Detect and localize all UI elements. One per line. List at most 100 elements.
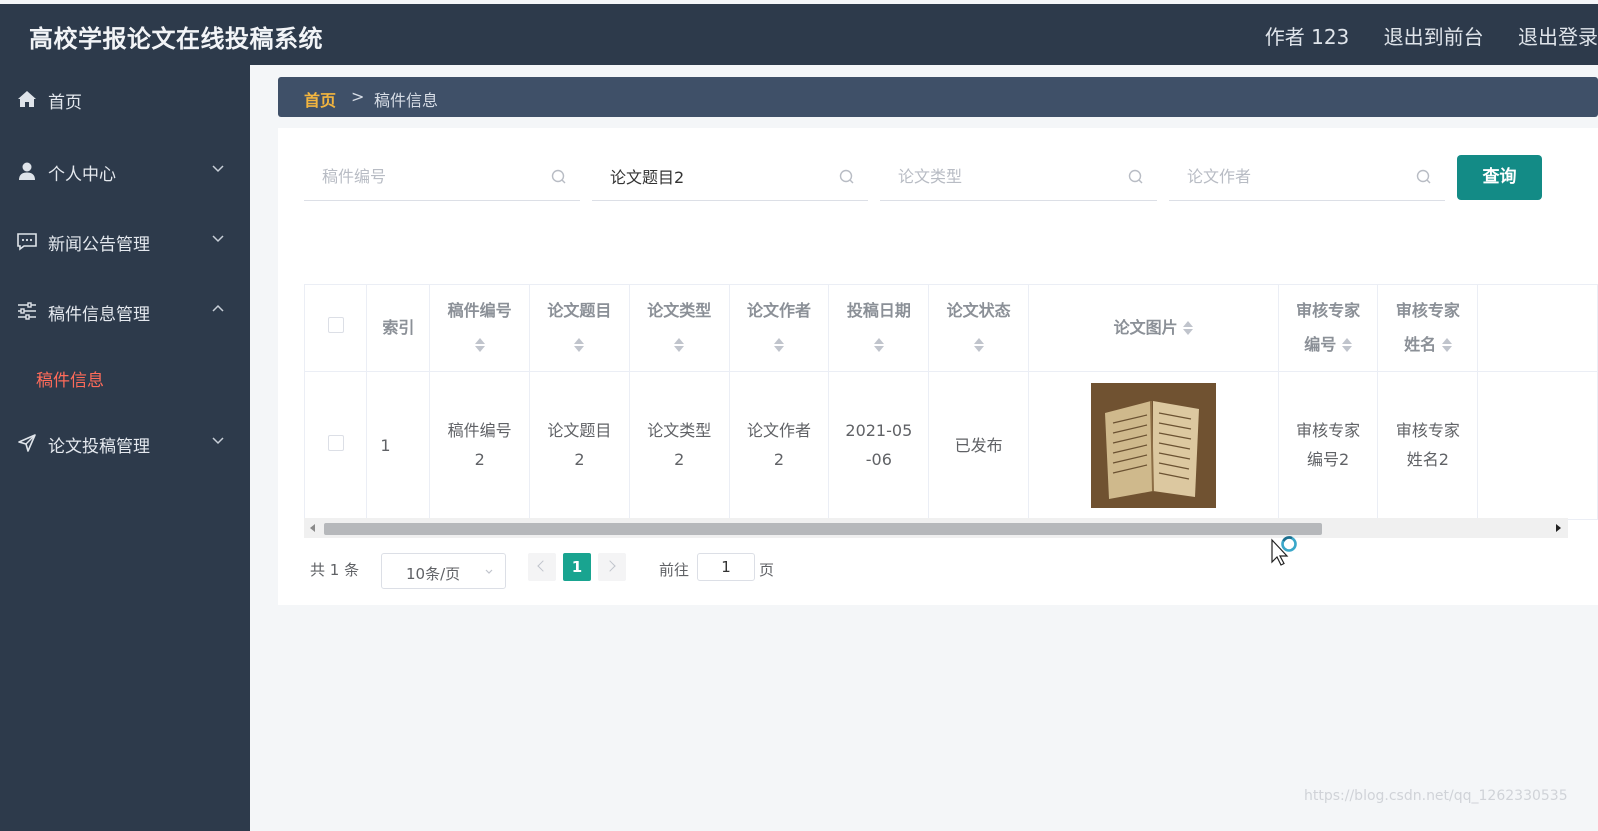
paper-author-input[interactable] [1169,153,1445,199]
column-header-submit-date[interactable]: 投稿日期 [828,285,930,372]
sidebar-item-personal[interactable]: 个人中心 [0,146,250,196]
sidebar-item-label: 首页 [48,93,82,113]
query-button[interactable]: 查询 [1457,155,1542,200]
breadcrumb-separator: > [351,87,365,106]
breadcrumb-home-link[interactable]: 首页 [304,87,336,111]
paper-title-input[interactable] [592,153,868,199]
current-page-button[interactable]: 1 [563,553,591,581]
sidebar-item-news[interactable]: 新闻公告管理 [0,216,250,266]
data-table: 索引 稿件编号 论文题目 论文类型 论文作者 投稿日期 论文状态 论文图片 审核… [304,284,1598,537]
next-page-button[interactable] [598,553,626,581]
sidebar-item-label: 新闻公告管理 [48,235,150,255]
send-icon [18,434,36,452]
sort-icon[interactable] [1441,337,1452,353]
exit-to-front-link[interactable]: 退出到前台 [1384,25,1484,49]
select-all-checkbox[interactable] [327,316,344,333]
select-all-cell [305,285,368,372]
page-unit-label: 页 [759,561,775,579]
row-select-cell [305,371,368,520]
sort-icon[interactable] [574,337,585,353]
column-header-paper-image[interactable]: 论文图片 [1028,285,1279,372]
sidebar-item-submission[interactable]: 论文投稿管理 [0,418,250,468]
busy-cursor-icon [1271,536,1297,566]
sidebar-subitem-label: 稿件信息 [36,371,104,391]
sidebar-item-label: 论文投稿管理 [48,437,150,457]
cell-paper-type: 论文类型 2 [629,371,730,520]
message-icon [17,233,37,251]
search-paper-type [880,153,1157,201]
pagination-total: 共 1 条 [310,561,360,579]
cell-more [1477,371,1598,520]
goto-page-input[interactable]: 1 [697,553,755,581]
chevron-down-icon [485,569,493,574]
column-header-manuscript-no[interactable]: 稿件编号 [429,285,531,372]
cell-reviewer-no: 审核专家 编号2 [1278,371,1379,520]
prev-page-button[interactable] [528,553,556,581]
header-actions: 作者 123 退出到前台 退出登录 [1237,21,1598,50]
paper-type-input[interactable] [880,153,1157,199]
watermark-text: https://blog.csdn.net/qq_1262330535 [1304,788,1568,804]
search-icon[interactable] [1415,168,1433,186]
column-header-paper-title[interactable]: 论文题目 [529,285,630,372]
column-header-paper-status[interactable]: 论文状态 [928,285,1030,372]
sidebar-item-label: 个人中心 [48,165,116,185]
cell-paper-author: 论文作者 2 [729,371,830,520]
user-label[interactable]: 作者 123 [1265,25,1350,49]
column-header-paper-author[interactable]: 论文作者 [729,285,830,372]
sidebar: 首页 个人中心 新闻公告管理 稿件信息管理 稿件信息 论文投稿管理 [0,65,250,831]
page-size-select[interactable]: 10条/页 [381,553,506,589]
column-header-reviewer-no[interactable]: 审核专家 编号 [1278,285,1379,372]
search-icon[interactable] [550,168,568,186]
chevron-down-icon [212,235,224,243]
sort-icon[interactable] [674,337,685,353]
cell-index: 1 [366,371,431,520]
cell-paper-title: 论文题目 2 [529,371,630,520]
cell-manuscript-no: 稿件编号 2 [429,371,531,520]
search-icon[interactable] [1127,168,1145,186]
column-header-paper-type[interactable]: 论文类型 [629,285,730,372]
row-checkbox[interactable] [327,434,344,451]
sliders-icon [18,302,36,320]
scrollbar-thumb[interactable] [324,523,1322,535]
sidebar-item-manuscript[interactable]: 稿件信息管理 [0,286,250,336]
sort-icon[interactable] [774,337,784,353]
search-paper-title [592,153,868,201]
chevron-down-icon [212,165,224,173]
cell-paper-image [1028,371,1279,520]
home-icon [18,91,36,107]
chevron-down-icon [212,437,224,445]
breadcrumb-current: 稿件信息 [374,91,439,110]
column-header-reviewer-name[interactable]: 审核专家 姓名 [1377,285,1479,372]
chevron-up-icon [212,304,224,312]
sidebar-item-label: 稿件信息管理 [48,305,150,325]
sort-icon[interactable] [1341,337,1352,353]
app-root: 高校学报论文在线投稿系统 作者 123 退出到前台 退出登录 首页 个人中心 新… [0,0,1598,831]
breadcrumb: 首页 > 稿件信息 [278,77,1598,117]
goto-label: 前往 [659,561,690,579]
top-header: 高校学报论文在线投稿系统 作者 123 退出到前台 退出登录 [0,4,1598,65]
logout-link[interactable]: 退出登录 [1518,25,1598,49]
sidebar-subitem-manuscript-info[interactable]: 稿件信息 [0,356,250,396]
column-header-more [1477,285,1598,372]
table-header-row: 索引 稿件编号 论文题目 论文类型 论文作者 投稿日期 论文状态 论文图片 审核… [305,285,1598,372]
search-manuscript-no [304,153,580,201]
page-size-value: 10条/页 [406,565,461,583]
table-horizontal-scrollbar[interactable] [304,518,1568,538]
user-icon [19,162,35,180]
cell-reviewer-name: 审核专家 姓名2 [1377,371,1479,520]
sort-icon[interactable] [1183,320,1194,336]
cell-submit-date: 2021-05 -06 [828,371,930,520]
sidebar-item-home[interactable]: 首页 [0,74,250,124]
paper-thumbnail-image[interactable] [1090,382,1216,508]
column-header-index: 索引 [366,285,431,372]
scroll-right-arrow-icon[interactable] [1556,524,1561,532]
manuscript-no-input[interactable] [304,153,580,199]
sort-icon[interactable] [873,337,884,353]
app-title: 高校学报论文在线投稿系统 [29,25,323,53]
sort-icon[interactable] [474,337,485,353]
scroll-left-arrow-icon[interactable] [310,524,315,532]
search-paper-author [1169,153,1445,201]
table-row: 1 稿件编号 2 论文题目 2 论文类型 2 论文作者 2 2021-05 -06 已发布 [305,371,1598,520]
search-icon[interactable] [838,168,856,186]
sort-icon[interactable] [973,337,984,353]
